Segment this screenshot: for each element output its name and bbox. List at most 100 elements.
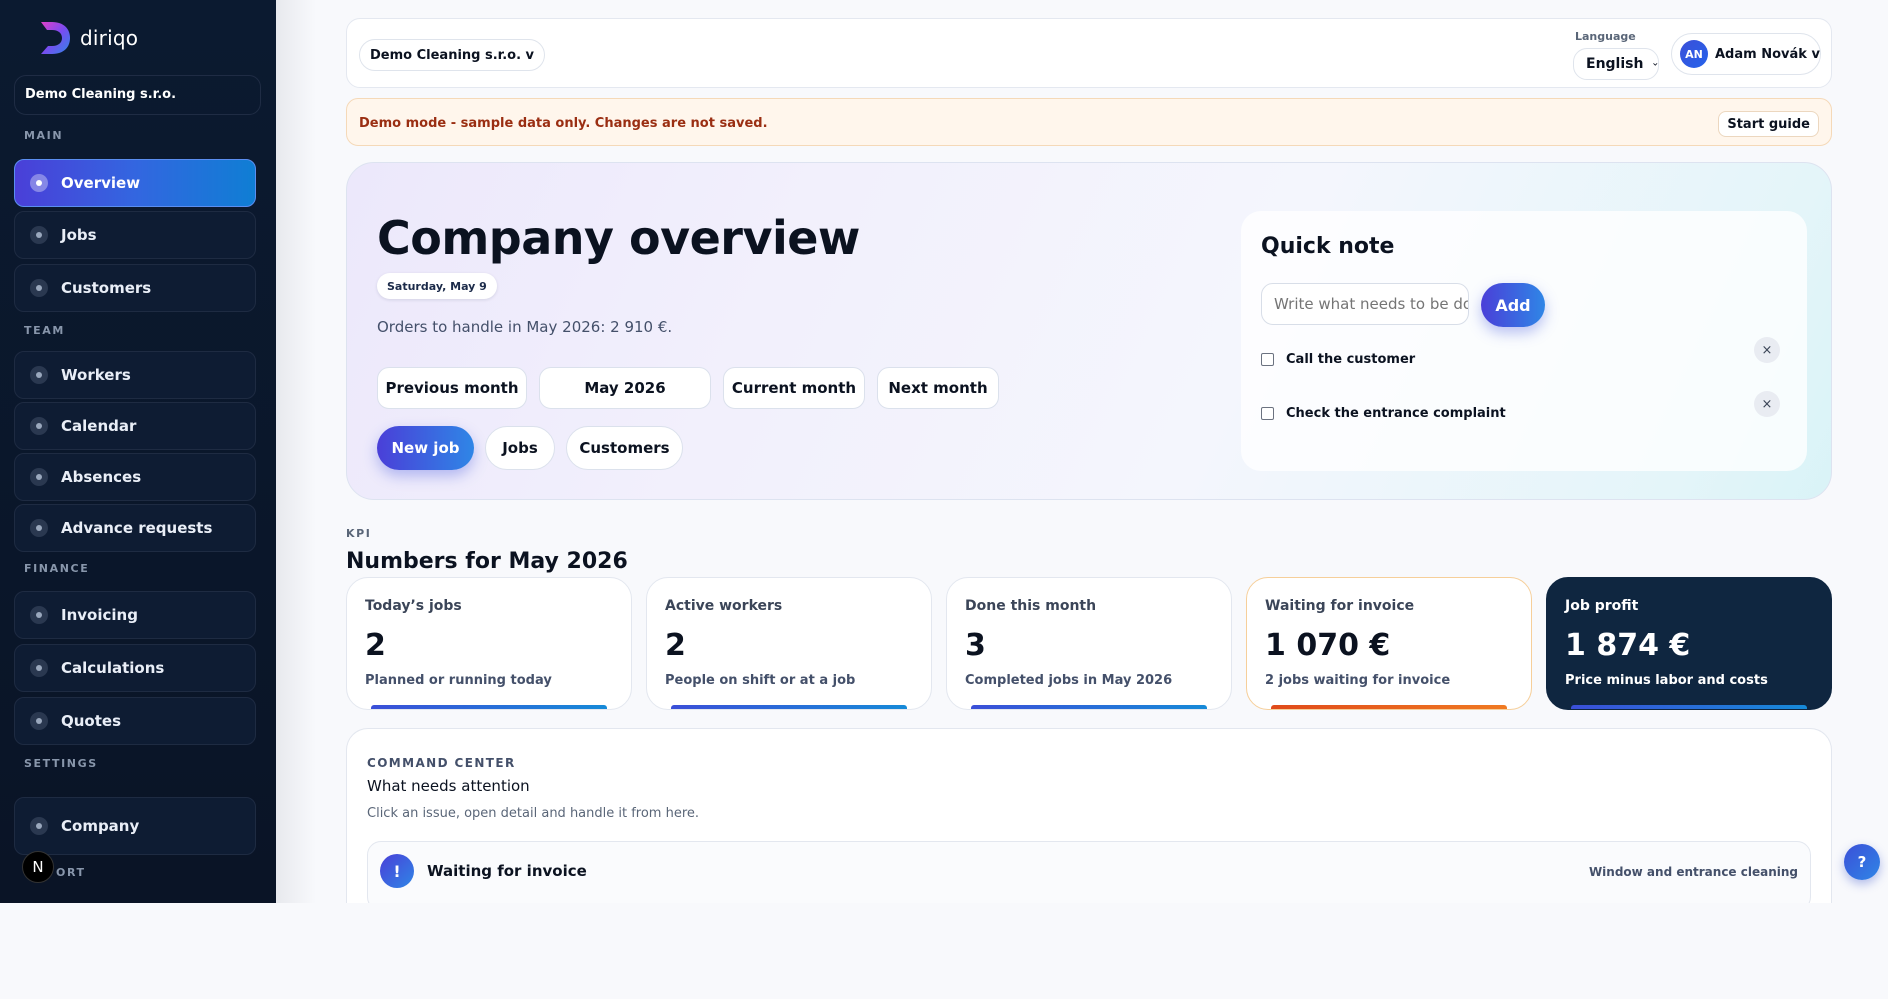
topbar: Demo Cleaning s.r.o. v Language English … [346, 18, 1832, 88]
quick-note-card: Quick note Add Call the customer × Check… [1241, 211, 1807, 471]
issue-title: Waiting for invoice [427, 862, 587, 880]
sidebar-item-calendar[interactable]: Calendar [14, 402, 256, 450]
dot-icon [30, 366, 48, 384]
dot-icon [30, 468, 48, 486]
sidebar-item-jobs[interactable]: Jobs [14, 211, 256, 259]
dot-icon [30, 712, 48, 730]
diriqo-logo-icon [41, 22, 70, 54]
kpi-subtitle: Price minus labor and costs [1565, 673, 1768, 688]
company-selector[interactable]: Demo Cleaning s.r.o. v [359, 39, 546, 71]
kpi-title: Today’s jobs [365, 598, 462, 614]
issue-waiting-for-invoice[interactable]: ! Waiting for invoice Window and entranc… [367, 841, 1811, 903]
brand-name: diriqo [80, 26, 139, 50]
dot-icon [30, 417, 48, 435]
kpi-accent-bar [1271, 705, 1507, 709]
jobs-button[interactable]: Jobs [485, 426, 555, 470]
sidebar-item-absences[interactable]: Absences [14, 453, 256, 501]
avatar: AN [1680, 40, 1708, 68]
kpi-value: 1 070 € [1265, 628, 1391, 663]
orders-summary: Orders to handle in May 2026: 2 910 €. [377, 318, 673, 336]
kpi-accent-bar [971, 705, 1207, 709]
quick-note-input[interactable] [1261, 283, 1469, 325]
note-checkbox[interactable] [1261, 353, 1274, 366]
customers-button[interactable]: Customers [566, 426, 683, 470]
kpi-title: Active workers [665, 598, 783, 614]
section-label-team: TEAM [24, 324, 65, 337]
overview-hero: Company overview Saturday, May 9 Orders … [346, 162, 1832, 500]
kpi-value: 2 [665, 628, 686, 663]
company-switcher[interactable]: Demo Cleaning s.r.o. [14, 75, 261, 115]
next-dev-badge[interactable]: N [22, 851, 54, 883]
add-note-button[interactable]: Add [1481, 283, 1545, 327]
dot-icon [30, 279, 48, 297]
user-menu[interactable]: AN Adam Novák v [1671, 33, 1821, 75]
section-label-finance: FINANCE [24, 562, 90, 575]
sidebar: diriqo Demo Cleaning s.r.o. MAIN Overvie… [0, 0, 276, 903]
page-title: Company overview [377, 211, 860, 265]
dot-icon [30, 817, 48, 835]
sidebar-item-label: Invoicing [61, 606, 138, 624]
section-label-settings: SETTINGS [24, 757, 98, 770]
kpi-card-active-workers[interactable]: Active workers 2 People on shift or at a… [646, 577, 932, 710]
dot-icon [30, 659, 48, 677]
note-item-text: Call the customer [1286, 352, 1416, 367]
dot-icon [30, 519, 48, 537]
sidebar-item-advance-requests[interactable]: Advance requests [14, 504, 256, 552]
kpi-subtitle: Completed jobs in May 2026 [965, 673, 1173, 688]
next-month-button[interactable]: Next month [877, 367, 999, 409]
command-center: COMMAND CENTER What needs attention Clic… [346, 728, 1832, 903]
sidebar-item-workers[interactable]: Workers [14, 351, 256, 399]
note-item: Check the entrance complaint [1261, 406, 1506, 421]
language-value: English [1586, 56, 1644, 72]
new-job-button[interactable]: New job [377, 426, 474, 470]
quick-note-title: Quick note [1261, 234, 1395, 259]
kpi-value: 2 [365, 628, 386, 663]
sidebar-shadow [276, 0, 316, 903]
close-icon[interactable]: × [1754, 391, 1780, 417]
sidebar-item-customers[interactable]: Customers [14, 264, 256, 312]
section-label-support: ORT [56, 866, 86, 879]
kpi-card-waiting-for-invoice[interactable]: Waiting for invoice 1 070 € 2 jobs waiti… [1246, 577, 1532, 710]
kpi-value: 3 [965, 628, 986, 663]
kpi-accent-bar [671, 705, 907, 709]
language-select[interactable]: English [1573, 48, 1659, 80]
start-guide-button[interactable]: Start guide [1718, 111, 1819, 137]
sidebar-item-label: Calendar [61, 417, 137, 435]
kpi-subtitle: 2 jobs waiting for invoice [1265, 673, 1451, 688]
chevron-down-icon [1653, 62, 1658, 66]
kpi-card-job-profit[interactable]: Job profit 1 874 € Price minus labor and… [1546, 577, 1832, 710]
note-checkbox[interactable] [1261, 407, 1274, 420]
alert-icon: ! [380, 854, 414, 888]
kpi-accent-bar [1571, 705, 1807, 709]
sidebar-item-company[interactable]: Company [14, 797, 256, 855]
sidebar-item-label: Overview [61, 174, 141, 192]
sidebar-item-calculations[interactable]: Calculations [14, 644, 256, 692]
language-label: Language [1575, 30, 1636, 43]
user-name: Adam Novák v [1715, 46, 1820, 62]
current-month-label[interactable]: May 2026 [539, 367, 711, 409]
kpi-subtitle: People on shift or at a job [665, 673, 856, 688]
sidebar-item-quotes[interactable]: Quotes [14, 697, 256, 745]
kpi-value: 1 874 € [1565, 628, 1691, 663]
kpi-card-todays-jobs[interactable]: Today’s jobs 2 Planned or running today [346, 577, 632, 710]
sidebar-item-label: Quotes [61, 712, 122, 730]
sidebar-item-label: Absences [61, 468, 142, 486]
brand-logo[interactable]: diriqo [38, 20, 138, 56]
demo-banner-text: Demo mode - sample data only. Changes ar… [359, 116, 768, 131]
help-button[interactable]: ? [1844, 844, 1880, 880]
dot-icon [30, 606, 48, 624]
kpi-card-done-this-month[interactable]: Done this month 3 Completed jobs in May … [946, 577, 1232, 710]
date-chip: Saturday, May 9 [377, 273, 497, 299]
kpi-title: Waiting for invoice [1265, 598, 1415, 614]
current-month-button[interactable]: Current month [723, 367, 865, 409]
note-item: Call the customer [1261, 352, 1415, 367]
sidebar-item-label: Jobs [61, 226, 97, 244]
close-icon[interactable]: × [1754, 337, 1780, 363]
previous-month-button[interactable]: Previous month [377, 367, 527, 409]
issue-detail: Window and entrance cleaning [1588, 865, 1798, 879]
demo-banner: Demo mode - sample data only. Changes ar… [346, 98, 1832, 146]
dot-icon [30, 226, 48, 244]
sidebar-item-overview[interactable]: Overview [14, 159, 256, 207]
note-item-text: Check the entrance complaint [1286, 406, 1506, 421]
sidebar-item-invoicing[interactable]: Invoicing [14, 591, 256, 639]
